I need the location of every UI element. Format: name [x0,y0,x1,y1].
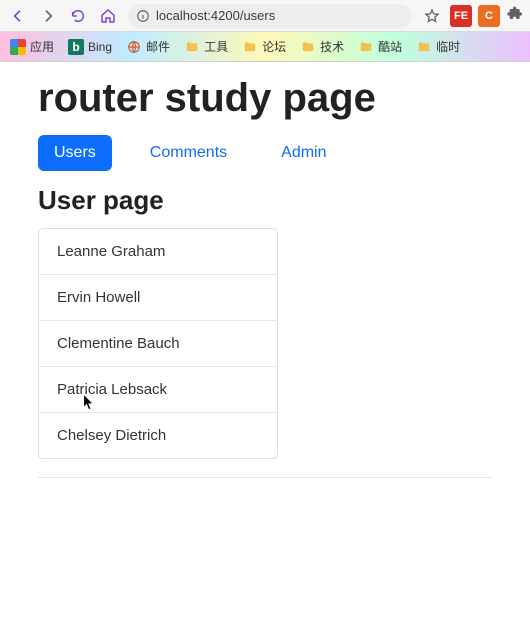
globe-icon [126,39,142,55]
page-content: router study page Users Comments Admin U… [0,62,530,498]
list-item[interactable]: Chelsey Dietrich [39,413,277,458]
list-item[interactable]: Patricia Lebsack [39,367,277,413]
user-name: Chelsey Dietrich [57,427,166,444]
forward-icon[interactable] [34,2,62,30]
user-name: Ervin Howell [57,289,140,306]
bing-icon: b [68,39,84,55]
folder-icon [184,39,200,55]
url-text: localhost:4200/users [156,8,275,23]
bookmark-forum[interactable]: 论坛 [238,36,290,57]
user-name: Patricia Lebsack [57,381,167,398]
list-item[interactable]: Ervin Howell [39,275,277,321]
list-item[interactable]: Clementine Bauch [39,321,277,367]
bookmark-bing[interactable]: b Bing [64,37,116,57]
bookmark-label: 邮件 [146,38,170,55]
bookmark-label: 临时 [436,38,460,55]
tab-label: Comments [150,144,227,161]
folder-icon [242,39,258,55]
browser-toolbar: localhost:4200/users FE C [0,0,530,32]
bookmark-label: 应用 [30,38,54,55]
page-title: router study page [38,76,492,121]
extension-fe-icon[interactable]: FE [450,5,472,27]
tab-label: Admin [281,144,326,161]
home-icon[interactable] [94,2,122,30]
tab-admin[interactable]: Admin [265,135,342,171]
folder-icon [300,39,316,55]
user-name: Clementine Bauch [57,335,180,352]
reload-icon[interactable] [64,2,92,30]
bookmark-label: Bing [88,40,112,54]
page-subtitle: User page [38,185,492,216]
bookmark-tech[interactable]: 技术 [296,36,348,57]
extensions-icon[interactable] [504,5,526,26]
user-list: Leanne Graham Ervin Howell Clementine Ba… [38,228,278,459]
tab-users[interactable]: Users [38,135,112,171]
apps-icon [10,39,26,55]
bookmark-label: 论坛 [262,38,286,55]
bookmark-label: 酷站 [378,38,402,55]
bookmarks-bar: 应用 b Bing 邮件 工具 论坛 技术 酷站 [0,32,530,62]
star-icon[interactable] [418,2,446,30]
bookmark-temp[interactable]: 临时 [412,36,464,57]
folder-icon [358,39,374,55]
bookmark-tools[interactable]: 工具 [180,36,232,57]
address-bar[interactable]: localhost:4200/users [128,4,412,28]
nav-tabs: Users Comments Admin [38,135,492,171]
bookmark-apps[interactable]: 应用 [6,36,58,57]
tab-comments[interactable]: Comments [134,135,243,171]
tab-label: Users [54,144,96,161]
bookmark-mail[interactable]: 邮件 [122,36,174,57]
divider [38,477,492,478]
bookmark-label: 技术 [320,38,344,55]
folder-icon [416,39,432,55]
extension-c-icon[interactable]: C [478,5,500,27]
list-item[interactable]: Leanne Graham [39,229,277,275]
back-icon[interactable] [4,2,32,30]
bookmark-cool[interactable]: 酷站 [354,36,406,57]
user-name: Leanne Graham [57,243,165,260]
bookmark-label: 工具 [204,38,228,55]
